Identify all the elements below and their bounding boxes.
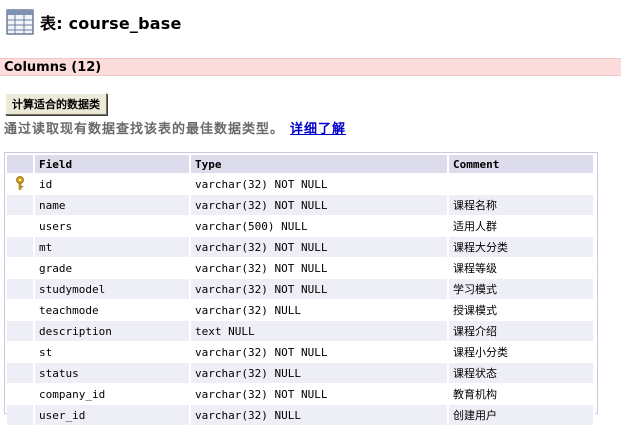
type-cell: varchar(32) NOT NULL	[190, 237, 448, 258]
field-cell: user_id	[34, 405, 190, 425]
type-cell: varchar(500) NULL	[190, 216, 448, 237]
comment-cell: 教育机构	[448, 384, 594, 405]
field-cell: studymodel	[34, 279, 190, 300]
type-cell: varchar(32) NOT NULL	[190, 258, 448, 279]
primary-key-icon	[15, 176, 25, 190]
table-row[interactable]: namevarchar(32) NOT NULL课程名称	[7, 195, 594, 216]
comment-cell: 创建用户	[448, 405, 594, 425]
columns-table: Field Type Comment idvarchar(32) NOT NUL…	[7, 155, 595, 425]
comment-cell: 适用人群	[448, 216, 594, 237]
table-row[interactable]: stvarchar(32) NOT NULL课程小分类	[7, 342, 594, 363]
row-icon-cell	[7, 405, 34, 425]
field-cell: description	[34, 321, 190, 342]
row-icon-cell	[7, 363, 34, 384]
comment-cell: 课程等级	[448, 258, 594, 279]
comment-cell: 学习模式	[448, 279, 594, 300]
table-body: idvarchar(32) NOT NULLnamevarchar(32) NO…	[7, 174, 594, 425]
hint-row: 通过读取现有数据查找该表的最佳数据类型。详细了解	[4, 118, 346, 137]
table-row[interactable]: statusvarchar(32) NULL课程状态	[7, 363, 594, 384]
field-cell: mt	[34, 237, 190, 258]
type-cell: varchar(32) NOT NULL	[190, 279, 448, 300]
comment-cell: 课程状态	[448, 363, 594, 384]
table-row[interactable]: mtvarchar(32) NOT NULL课程大分类	[7, 237, 594, 258]
table-row[interactable]: gradevarchar(32) NOT NULL课程等级	[7, 258, 594, 279]
field-cell: id	[34, 174, 190, 195]
header-icon-cell	[7, 155, 34, 174]
row-icon-cell	[7, 300, 34, 321]
details-link[interactable]: 详细了解	[290, 122, 346, 137]
table-icon	[6, 9, 34, 35]
type-cell: varchar(32) NULL	[190, 363, 448, 384]
type-cell: varchar(32) NULL	[190, 405, 448, 425]
header-field[interactable]: Field	[34, 155, 190, 174]
comment-cell: 课程名称	[448, 195, 594, 216]
table-row[interactable]: usersvarchar(500) NULL适用人群	[7, 216, 594, 237]
comment-cell: 授课模式	[448, 300, 594, 321]
page-title: 表: course_base	[40, 10, 182, 34]
row-icon-cell	[7, 237, 34, 258]
row-icon-cell	[7, 321, 34, 342]
table-row[interactable]: user_idvarchar(32) NULL创建用户	[7, 405, 594, 425]
table-header-row: Field Type Comment	[7, 155, 594, 174]
row-icon-cell	[7, 258, 34, 279]
comment-cell: 课程大分类	[448, 237, 594, 258]
comment-cell: 课程介绍	[448, 321, 594, 342]
page-header: 表: course_base	[6, 6, 182, 38]
hint-text: 通过读取现有数据查找该表的最佳数据类型。	[4, 122, 284, 137]
columns-section-header: Columns (12)	[0, 58, 621, 76]
row-icon-cell	[7, 216, 34, 237]
row-icon-cell	[7, 195, 34, 216]
field-cell: grade	[34, 258, 190, 279]
field-cell: st	[34, 342, 190, 363]
table-row[interactable]: teachmodevarchar(32) NULL授课模式	[7, 300, 594, 321]
row-icon-cell	[7, 279, 34, 300]
columns-grid: Field Type Comment idvarchar(32) NOT NUL…	[4, 152, 598, 414]
field-cell: teachmode	[34, 300, 190, 321]
type-cell: varchar(32) NOT NULL	[190, 384, 448, 405]
type-cell: varchar(32) NOT NULL	[190, 174, 448, 195]
field-cell: users	[34, 216, 190, 237]
row-icon-cell	[7, 342, 34, 363]
field-cell: status	[34, 363, 190, 384]
comment-cell: 课程小分类	[448, 342, 594, 363]
field-cell: name	[34, 195, 190, 216]
table-row[interactable]: studymodelvarchar(32) NOT NULL学习模式	[7, 279, 594, 300]
row-icon-cell	[7, 174, 34, 195]
type-cell: varchar(32) NULL	[190, 300, 448, 321]
type-cell: varchar(32) NOT NULL	[190, 342, 448, 363]
row-icon-cell	[7, 384, 34, 405]
comment-cell	[448, 174, 594, 195]
table-row[interactable]: company_idvarchar(32) NOT NULL教育机构	[7, 384, 594, 405]
calculate-optimal-datatypes-button[interactable]: 计算适合的数据类	[5, 93, 107, 115]
header-type[interactable]: Type	[190, 155, 448, 174]
table-row[interactable]: idvarchar(32) NOT NULL	[7, 174, 594, 195]
table-row[interactable]: descriptiontext NULL课程介绍	[7, 321, 594, 342]
field-cell: company_id	[34, 384, 190, 405]
header-comment[interactable]: Comment	[448, 155, 594, 174]
type-cell: text NULL	[190, 321, 448, 342]
type-cell: varchar(32) NOT NULL	[190, 195, 448, 216]
